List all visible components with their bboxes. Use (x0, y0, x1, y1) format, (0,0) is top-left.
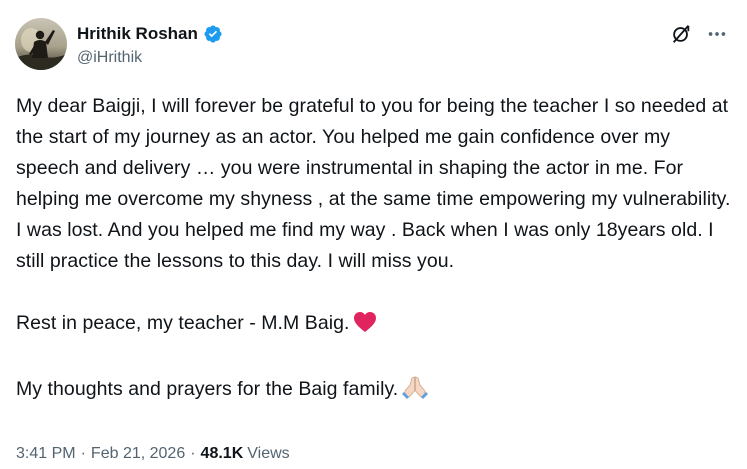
author-name-row: Hrithik Roshan (77, 22, 223, 46)
tweet-paragraph: Rest in peace, my teacher - M.M Baig. (16, 308, 731, 343)
views-count[interactable]: 48.1K (201, 445, 244, 463)
author-display-name[interactable]: Hrithik Roshan (77, 24, 198, 44)
grok-icon[interactable] (669, 22, 693, 46)
tweet-meta: 3:41 PM · Feb 21, 2026 · 48.1K Views (16, 445, 290, 463)
tweet-header: Hrithik Roshan @iHrithik (15, 18, 729, 72)
more-options-icon[interactable] (705, 22, 729, 46)
meta-separator: · (80, 445, 86, 462)
tweet-date[interactable]: Feb 21, 2026 (91, 445, 185, 463)
tweet-paragraph-text: My thoughts and prayers for the Baig fam… (16, 378, 399, 400)
author-handle[interactable]: @iHrithik (77, 49, 223, 67)
avatar[interactable] (15, 18, 67, 70)
tweet-card: Hrithik Roshan @iHrithik My dear Baigji,… (0, 0, 747, 469)
tweet-paragraph: My thoughts and prayers for the Baig fam… (16, 374, 731, 409)
views-label: Views (247, 445, 290, 462)
verified-badge-icon[interactable] (203, 24, 223, 44)
tweet-time[interactable]: 3:41 PM (16, 445, 76, 463)
author-info: Hrithik Roshan @iHrithik (77, 22, 223, 67)
tweet-paragraph-text: Rest in peace, my teacher - M.M Baig. (16, 312, 350, 334)
tweet-paragraph: My dear Baigji, I will forever be gratef… (16, 95, 731, 272)
header-actions (669, 22, 729, 46)
tweet-text: My dear Baigji, I will forever be gratef… (16, 91, 731, 409)
meta-separator: · (190, 445, 196, 462)
folded-hands-icon (402, 375, 429, 409)
red-heart-icon (353, 311, 377, 343)
